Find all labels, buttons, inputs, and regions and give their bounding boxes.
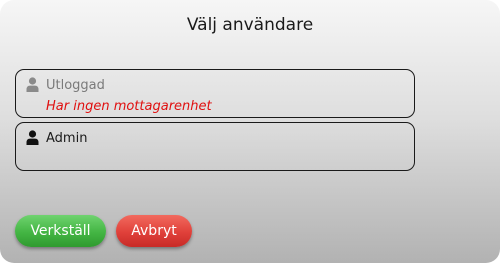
user-name: Utloggad xyxy=(46,78,105,93)
user-item-admin[interactable]: Admin xyxy=(15,122,415,171)
user-status: Har ingen mottagarenhet xyxy=(46,99,212,114)
user-icon xyxy=(26,130,39,145)
user-item-logged-out[interactable]: Utloggad Har ingen mottagarenhet xyxy=(15,69,415,118)
user-name: Admin xyxy=(46,131,88,146)
cancel-button[interactable]: Avbryt xyxy=(116,215,192,247)
dialog-title: Välj användare xyxy=(186,15,314,35)
apply-button[interactable]: Verkställ xyxy=(15,215,106,247)
user-icon xyxy=(26,77,39,92)
select-user-dialog: Välj användare Utloggad Har ingen mottag… xyxy=(0,0,500,263)
